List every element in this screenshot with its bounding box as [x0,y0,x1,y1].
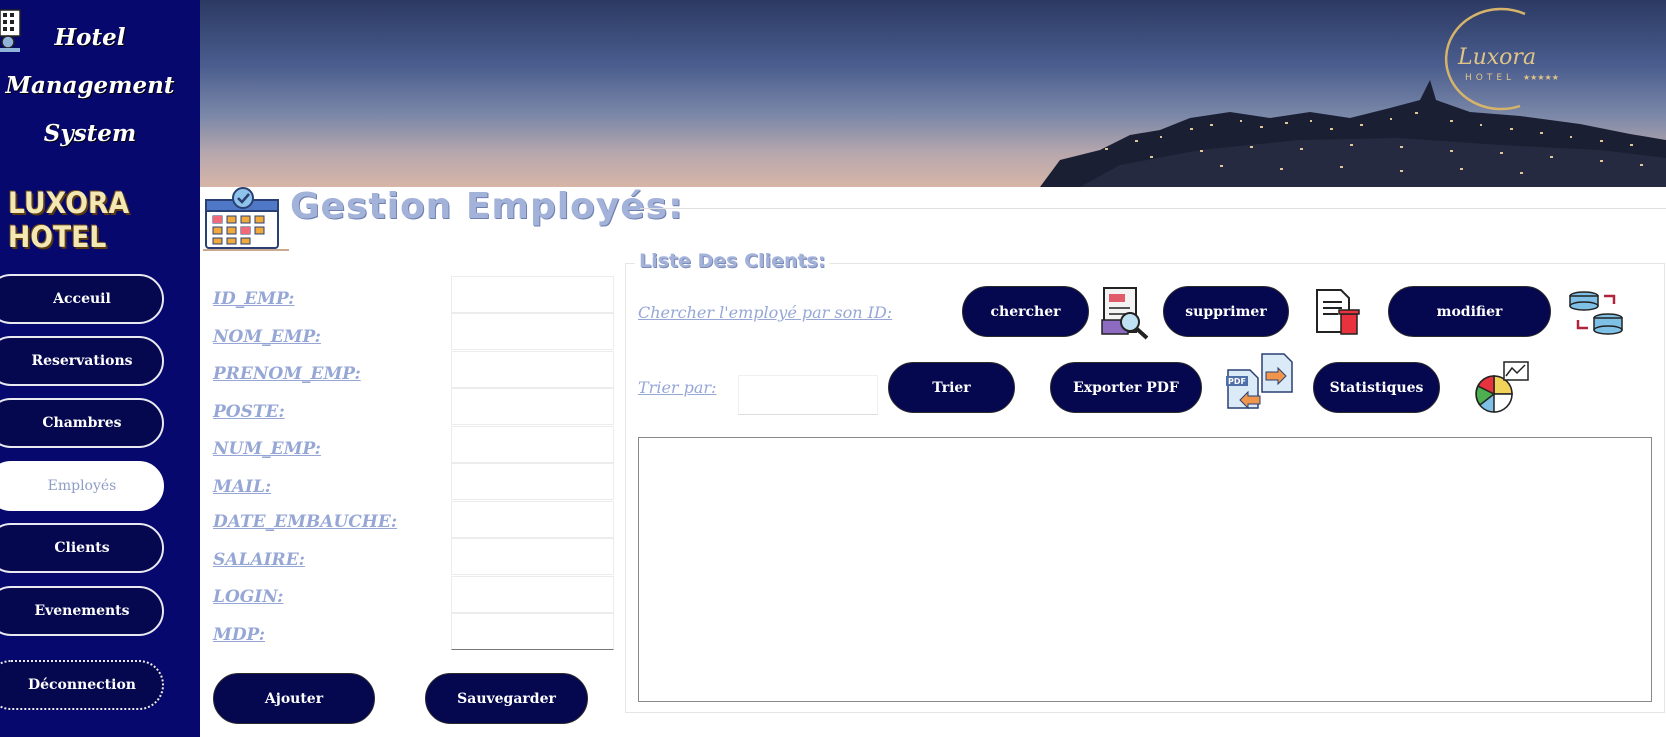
delete-document-icon [1316,289,1360,335]
pdf-export-icon: PDF [1226,353,1293,410]
brand-logo-text: LUXORA HOTEL [8,186,130,254]
mdp-label: MDP: [213,625,266,645]
logout-button[interactable]: Déconnection [0,660,164,710]
sidebar: Hotel Management System LUXORA HOTEL Acc… [0,0,200,737]
nav-clients-button[interactable]: Clients [0,523,164,573]
sort-input[interactable] [738,375,878,415]
sort-label: Trier par: [638,378,717,397]
date-embauche-input[interactable] [451,501,614,538]
svg-text:★★★★★: ★★★★★ [1523,73,1559,82]
nav-acceuil-button[interactable]: Acceuil [0,274,164,324]
app-title: Hotel Management System [5,24,175,147]
prenom-emp-input[interactable] [451,351,614,388]
save-button[interactable]: Sauvegarder [425,673,588,724]
id-emp-label: ID_EMP: [213,289,295,309]
search-label: Chercher l'employé par son ID: [638,303,893,322]
statistics-button[interactable]: Statistiques [1313,362,1440,413]
login-label: LOGIN: [213,587,284,607]
nav-reservations-button[interactable]: Reservations [0,336,164,386]
num-emp-input[interactable] [451,426,614,463]
nav-chambres-button[interactable]: Chambres [0,398,164,448]
poste-label: POSTE: [213,402,285,422]
nom-emp-label: NOM_EMP: [213,327,321,347]
sort-button[interactable]: Trier [888,362,1015,413]
export-pdf-button[interactable]: Exporter PDF [1050,362,1202,413]
svg-text:Luxora: Luxora [1457,45,1536,70]
prenom-emp-label: PRENOM_EMP: [213,364,361,384]
results-table[interactable] [638,437,1652,702]
header-banner: Luxora HOTEL ★★★★★ [200,0,1666,187]
search-button[interactable]: chercher [962,286,1089,337]
salaire-label: SALAIRE: [213,550,305,570]
svg-text:HOTEL: HOTEL [1465,73,1515,83]
page-title: Gestion Employés: [290,186,684,227]
add-button[interactable]: Ajouter [213,673,375,724]
document-search-icon [1101,287,1149,340]
mail-label: MAIL: [213,477,272,497]
calendar-icon [203,187,289,251]
login-input[interactable] [451,576,614,613]
salaire-input[interactable] [451,538,614,575]
modify-button[interactable]: modifier [1388,286,1551,337]
panel-legend: Liste Des Clients: [635,250,830,272]
num-emp-label: NUM_EMP: [213,439,321,459]
id-emp-input[interactable] [451,276,614,313]
nav-employes-button[interactable]: Employés [0,461,164,511]
nav-evenements-button[interactable]: Evenements [0,586,164,636]
title-divider [640,208,1666,209]
database-sync-icon [1569,291,1623,335]
mail-input[interactable] [451,463,614,500]
date-embauche-label: DATE_EMBAUCHE: [213,512,398,532]
delete-button[interactable]: supprimer [1163,286,1289,337]
svg-text:PDF: PDF [1228,377,1246,386]
poste-input[interactable] [451,388,614,425]
nom-emp-input[interactable] [451,313,614,350]
luxora-hotel-logo: Luxora HOTEL ★★★★★ [1444,7,1559,111]
mdp-input[interactable] [451,613,614,650]
statistics-chart-icon [1475,361,1529,413]
